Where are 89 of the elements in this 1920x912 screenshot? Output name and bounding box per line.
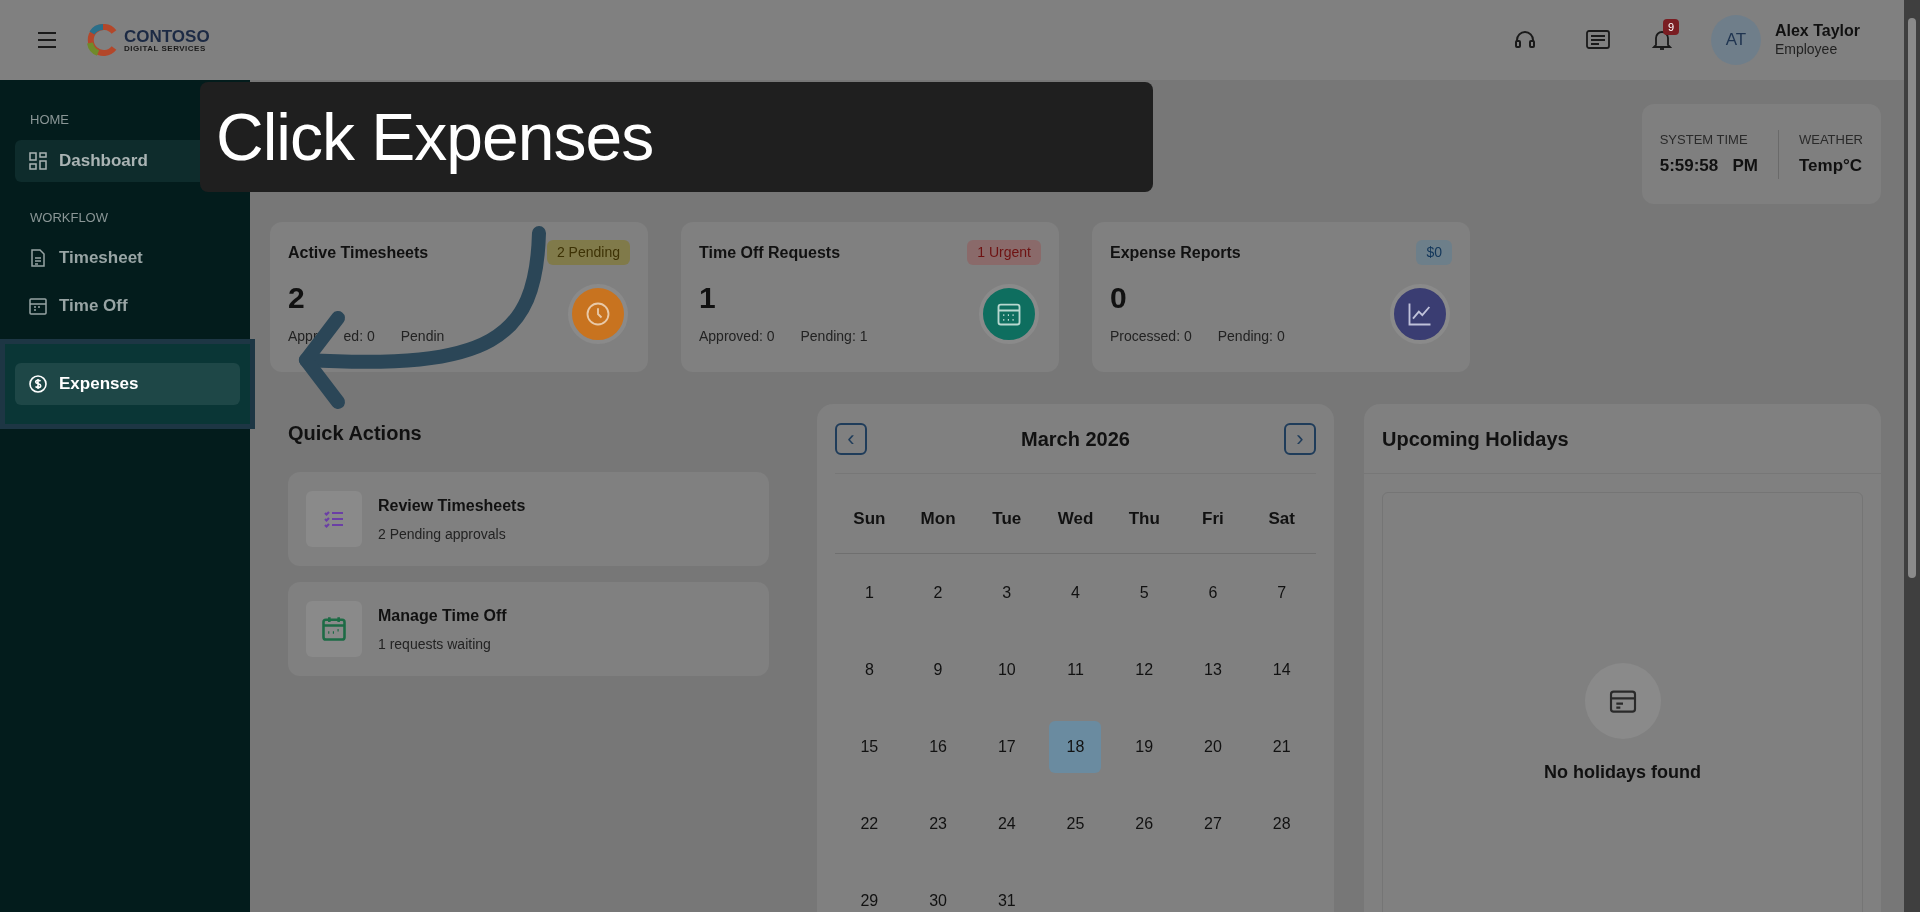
next-month-button[interactable]: › <box>1284 422 1316 455</box>
calendar-icon <box>29 297 47 315</box>
stat-badge: 2 Pending <box>546 240 630 265</box>
grid-icon <box>29 151 47 170</box>
weekday-label: Sun <box>852 507 887 530</box>
calendar-day[interactable]: 28 <box>1255 797 1308 850</box>
info-label: WEATHER <box>1798 130 1863 149</box>
menu-icon[interactable] <box>36 29 58 51</box>
info-label: SYSTEM TIME <box>1659 130 1749 149</box>
stat-badge: $0 <box>1416 240 1452 265</box>
calendar-day[interactable]: 24 <box>980 797 1033 850</box>
user-role: Employee <box>1774 41 1839 59</box>
calendar-day[interactable]: 15 <box>843 720 896 773</box>
stat-detail: ed: 0 <box>343 327 375 346</box>
stat-title: Expense Reports <box>1110 242 1241 263</box>
calendar-day[interactable]: 9 <box>912 643 965 696</box>
calendar-day[interactable]: 20 <box>1186 720 1239 773</box>
info-value: 5:59:58 PM <box>1659 155 1758 177</box>
stat-detail: Appr <box>288 327 318 346</box>
stat-title: Active Timesheets <box>288 242 429 263</box>
scrollbar[interactable] <box>1904 0 1920 912</box>
weekday-label: Thu <box>1127 507 1161 530</box>
stat-title: Time Off Requests <box>699 242 841 263</box>
stat-detail: Approved: 0 <box>699 327 775 346</box>
weekday-label: Wed <box>1056 507 1095 530</box>
calendar-day[interactable]: 31 <box>980 874 1033 912</box>
stat-value: 0 <box>1110 280 1127 316</box>
action-title: Review Timesheets <box>378 495 526 516</box>
weekday-label: Sat <box>1267 507 1296 530</box>
stat-detail: Pending: 0 <box>1217 327 1285 346</box>
avatar[interactable]: AT <box>1710 15 1761 65</box>
calendar-day[interactable]: 7 <box>1255 566 1308 619</box>
notification-badge: 9 <box>1662 19 1680 35</box>
weekday-label: Mon <box>919 507 957 530</box>
calendar-day[interactable]: 8 <box>843 643 896 696</box>
action-subtitle: 1 requests waiting <box>378 634 492 654</box>
calendar-day[interactable]: 17 <box>980 720 1033 773</box>
calendar-day[interactable]: 27 <box>1186 797 1239 850</box>
calendar-day[interactable]: 6 <box>1186 566 1239 619</box>
section-title: Upcoming Holidays <box>1382 426 1569 452</box>
calendar-day[interactable]: 4 <box>1049 566 1102 619</box>
calendar-day[interactable]: 10 <box>980 643 1033 696</box>
stat-detail: Pendin <box>400 327 445 346</box>
sidebar-item[interactable]: Expenses <box>15 363 240 405</box>
calendar-day[interactable]: 12 <box>1118 643 1171 696</box>
calendar-day[interactable]: 1 <box>843 566 896 619</box>
weekday-label: Tue <box>991 507 1023 530</box>
quick-action-card[interactable]: Review Timesheets 2 Pending approvals <box>288 472 769 566</box>
section-title: Quick Actions <box>288 421 423 446</box>
user-name: Alex Taylor <box>1774 21 1860 42</box>
weekday-label: Fri <box>1201 507 1225 530</box>
calendar-day[interactable]: 26 <box>1118 797 1171 850</box>
logo-tagline: DIGITAL SERVICES <box>124 44 207 53</box>
stat-value: 2 <box>288 280 305 316</box>
stat-detail: Processed: 0 <box>1110 327 1192 346</box>
action-title: Manage Time Off <box>378 605 507 626</box>
calendar-day[interactable]: 23 <box>912 797 965 850</box>
section-heading: WORKFLOW <box>29 208 109 227</box>
logo-name: CONTOSO <box>124 27 210 45</box>
info-value: Temp°C <box>1798 155 1863 177</box>
stat-detail: Pending: 1 <box>800 327 868 346</box>
dollar-coin-icon <box>29 375 47 393</box>
calendar-day[interactable]: 14 <box>1255 643 1308 696</box>
calendar-day[interactable]: 19 <box>1118 720 1171 773</box>
calendar-day[interactable]: 16 <box>912 720 965 773</box>
calendar-day[interactable]: 11 <box>1049 643 1102 696</box>
action-subtitle: 2 Pending approvals <box>378 524 507 544</box>
clock-icon <box>584 300 612 328</box>
calendar-day[interactable]: 13 <box>1186 643 1239 696</box>
calendar-day[interactable]: 25 <box>1049 797 1102 850</box>
calendar-day[interactable]: 18 <box>1049 720 1102 773</box>
message-icon[interactable] <box>1584 29 1611 51</box>
section-heading: HOME <box>29 111 70 129</box>
calendar-day[interactable]: 21 <box>1255 720 1308 773</box>
sidebar-item[interactable]: Timesheet <box>15 237 235 279</box>
calendar-day[interactable]: 5 <box>1118 566 1171 619</box>
document-icon <box>29 249 47 267</box>
calendar-day[interactable]: 3 <box>980 566 1033 619</box>
calendar-day[interactable]: 22 <box>843 797 896 850</box>
previous-month-button[interactable]: ‹ <box>835 422 867 455</box>
quick-action-card[interactable]: Manage Time Off 1 requests waiting <box>288 582 769 676</box>
sidebar-item[interactable]: Time Off <box>15 285 235 327</box>
stat-value: 1 <box>699 280 716 316</box>
stat-badge: 1 Urgent <box>967 240 1041 265</box>
calendar-day[interactable]: 2 <box>912 566 965 619</box>
month-title: March 2026 <box>1021 426 1130 452</box>
empty-message: No holidays found <box>1544 761 1701 784</box>
calendar-day[interactable]: 30 <box>912 874 965 912</box>
calendar-day[interactable]: 29 <box>843 874 896 912</box>
